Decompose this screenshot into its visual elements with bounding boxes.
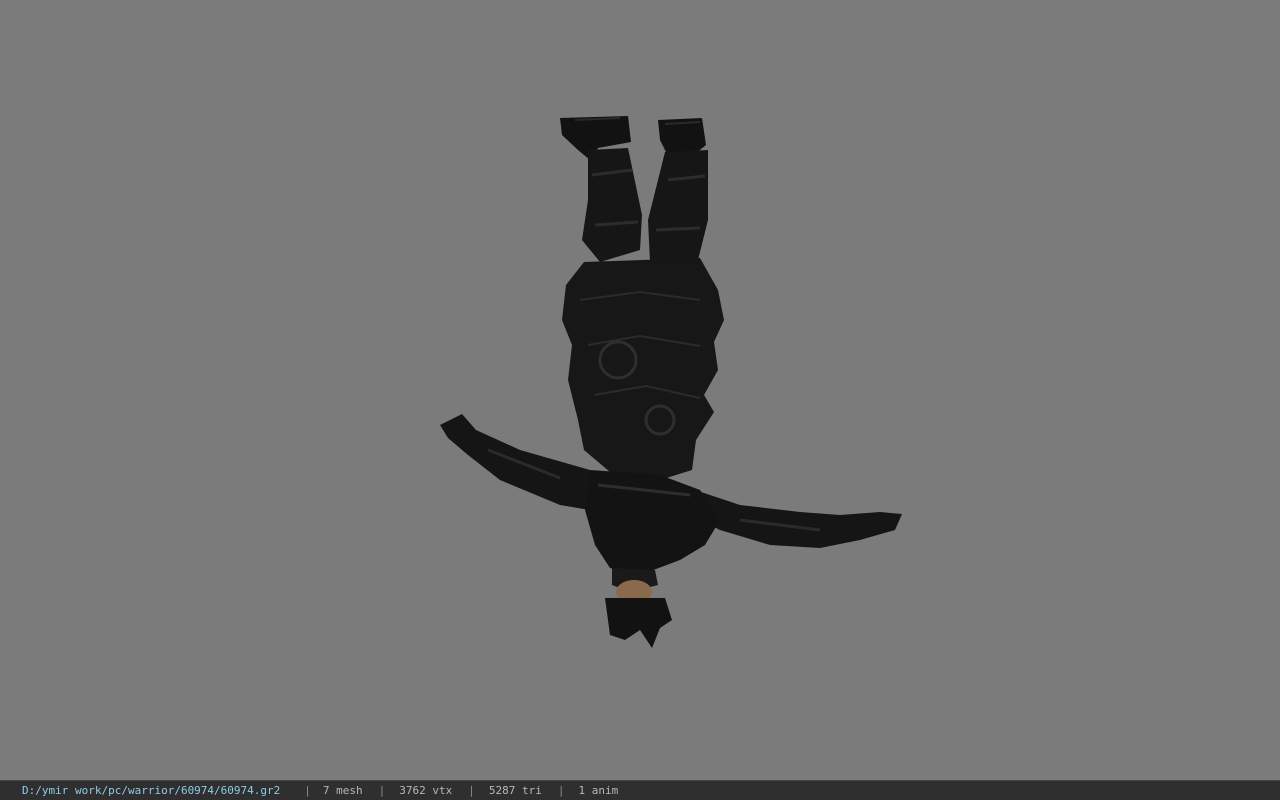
armor-torso bbox=[562, 258, 724, 480]
separator: | bbox=[557, 784, 565, 797]
character-model[interactable] bbox=[0, 0, 1280, 780]
triangle-count-label: 5287 tri bbox=[488, 784, 542, 797]
left-leg bbox=[582, 148, 642, 262]
anim-count-label: 1 anim bbox=[578, 784, 619, 797]
vertex-count-label: 3762 vtx bbox=[399, 784, 453, 797]
right-leg bbox=[648, 150, 708, 262]
chest bbox=[585, 470, 720, 575]
mesh-count-label: 7 mesh bbox=[322, 784, 363, 797]
3d-viewport[interactable] bbox=[0, 0, 1280, 780]
separator: | bbox=[468, 784, 475, 797]
head bbox=[605, 568, 672, 648]
separator: | bbox=[304, 784, 311, 797]
separator: | bbox=[378, 784, 386, 797]
file-path-label: D:/ymir work/pc/warrior/60974/60974.gr2 bbox=[22, 784, 281, 797]
status-bar: D:/ymir work/pc/warrior/60974/60974.gr2 … bbox=[0, 780, 1280, 800]
